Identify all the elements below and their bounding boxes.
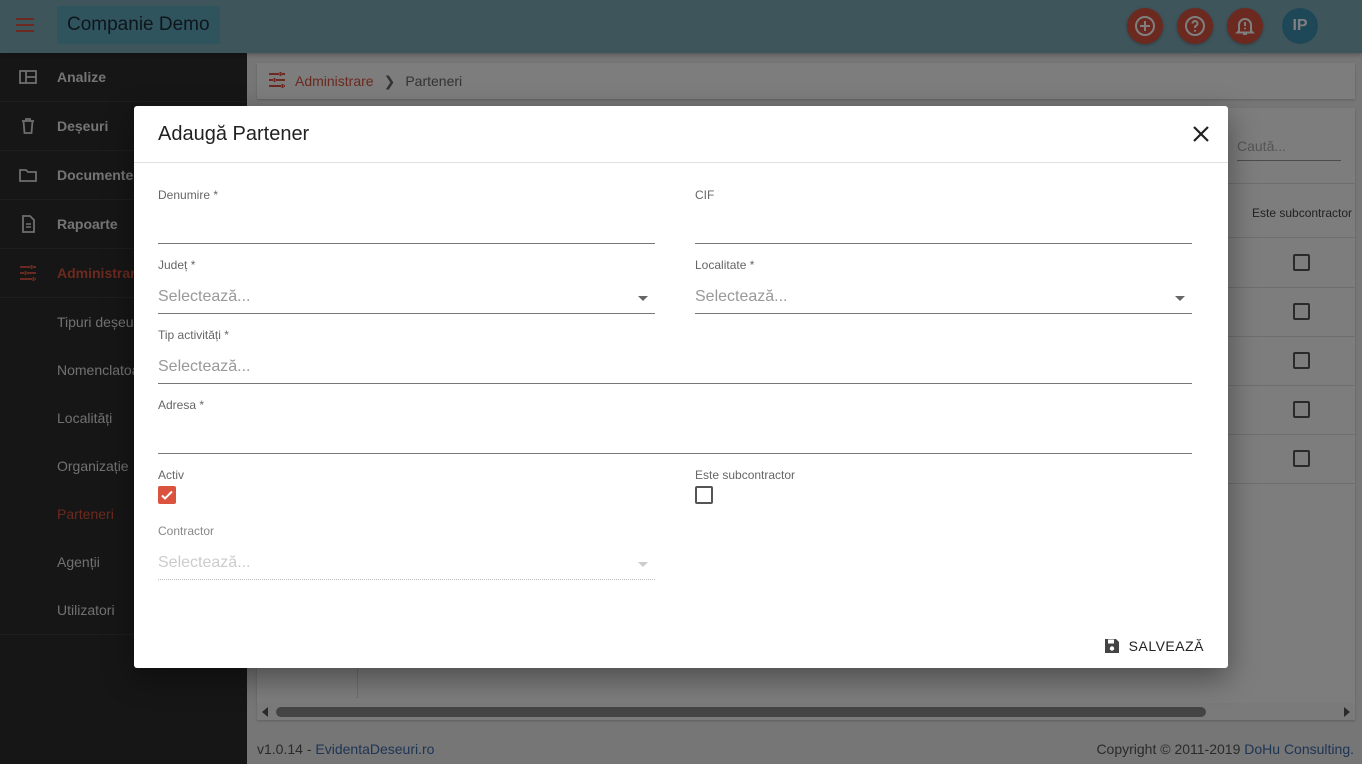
save-button[interactable]: SALVEAZĂ xyxy=(1104,638,1204,654)
localitate-label: Localitate * xyxy=(695,258,755,272)
dropdown-arrow-icon[interactable] xyxy=(1175,296,1185,301)
close-icon[interactable] xyxy=(1190,123,1212,145)
cif-input[interactable] xyxy=(695,214,1192,244)
tip-activitati-select[interactable]: Selectează... xyxy=(158,354,1192,384)
localitate-select[interactable]: Selectează... xyxy=(695,284,1192,314)
contractor-select: Selectează... xyxy=(158,550,655,580)
activ-checkbox[interactable] xyxy=(158,486,176,504)
floppy-disk-icon xyxy=(1104,639,1119,653)
denumire-input[interactable] xyxy=(158,214,655,244)
subcontractor-label: Este subcontractor xyxy=(695,468,796,482)
dialog-title: Adaugă Partener xyxy=(158,123,310,145)
activ-label: Activ xyxy=(158,468,185,482)
dialog-divider xyxy=(134,162,1228,163)
check-icon xyxy=(161,490,173,500)
dropdown-arrow-icon[interactable] xyxy=(638,296,648,301)
contractor-label: Contractor xyxy=(158,524,215,538)
denumire-field: Denumire * xyxy=(158,188,655,244)
activ-field: Activ xyxy=(158,468,655,484)
tip-activitati-label: Tip activități * xyxy=(158,328,229,342)
contractor-placeholder: Selectează... xyxy=(158,554,251,571)
subcontractor-field: Este subcontractor xyxy=(695,468,1192,484)
localitate-placeholder: Selectează... xyxy=(695,288,788,305)
adresa-field: Adresa * xyxy=(158,398,1192,454)
cif-label: CIF xyxy=(695,188,715,202)
contractor-field: Contractor Selectează... xyxy=(158,524,655,580)
judet-placeholder: Selectează... xyxy=(158,288,251,305)
denumire-label: Denumire * xyxy=(158,188,219,202)
adresa-input[interactable] xyxy=(158,424,1192,454)
judet-select[interactable]: Selectează... xyxy=(158,284,655,314)
judet-field: Județ * Selectează... xyxy=(158,258,655,314)
subcontractor-checkbox[interactable] xyxy=(695,486,713,504)
judet-label: Județ * xyxy=(158,258,196,272)
save-button-label: SALVEAZĂ xyxy=(1128,638,1204,654)
tip-activitati-placeholder: Selectează... xyxy=(158,358,251,375)
add-partner-dialog: Adaugă Partener Denumire * CIF Județ * S… xyxy=(134,106,1228,668)
tip-activitati-field: Tip activități * Selectează... xyxy=(158,328,1192,384)
dropdown-arrow-icon xyxy=(638,562,648,567)
cif-field: CIF xyxy=(695,188,1192,244)
adresa-label: Adresa * xyxy=(158,398,205,412)
localitate-field: Localitate * Selectează... xyxy=(695,258,1192,314)
